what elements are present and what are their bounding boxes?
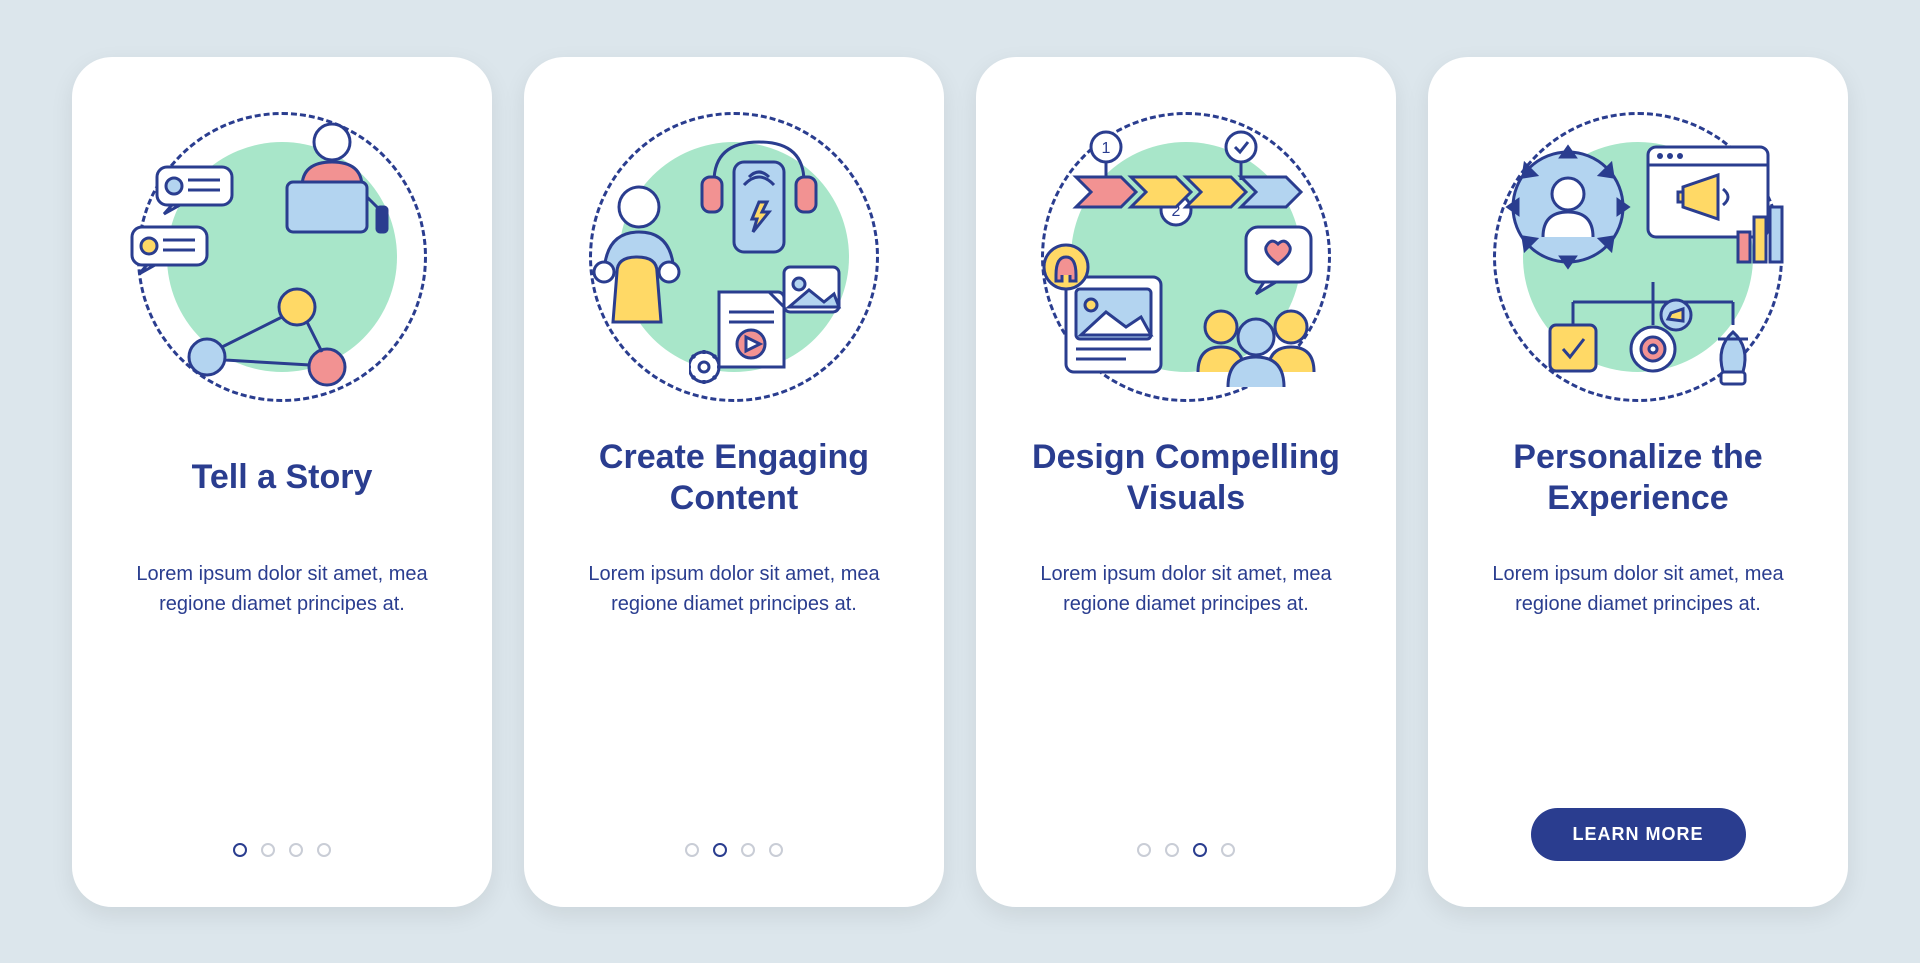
dot[interactable] xyxy=(1165,843,1179,857)
chat-bubble-icon xyxy=(127,222,217,277)
person-bag-icon xyxy=(579,182,699,332)
dot[interactable] xyxy=(1193,843,1207,857)
person-laptop-icon xyxy=(272,117,392,237)
dot[interactable] xyxy=(741,843,755,857)
illustration-tell-story xyxy=(132,107,432,407)
media-files-icon xyxy=(689,262,849,392)
dot[interactable] xyxy=(289,843,303,857)
dot[interactable] xyxy=(713,843,727,857)
card-body: Lorem ipsum dolor sit amet, mea regione … xyxy=(1468,559,1808,808)
strategy-flow-icon xyxy=(1538,277,1768,397)
pagination-dots xyxy=(233,843,331,857)
browser-megaphone-chart-icon xyxy=(1638,137,1788,277)
illustration-engaging-content xyxy=(584,107,884,407)
card-title: Personalize the Experience xyxy=(1468,437,1808,519)
card-body: Lorem ipsum dolor sit amet, mea regione … xyxy=(112,559,452,843)
onboarding-card: Tell a Story Lorem ipsum dolor sit amet,… xyxy=(72,57,492,907)
phone-headphones-icon xyxy=(694,127,824,257)
dot[interactable] xyxy=(1221,843,1235,857)
onboarding-card: Personalize the Experience Lorem ipsum d… xyxy=(1428,57,1848,907)
card-body: Lorem ipsum dolor sit amet, mea regione … xyxy=(564,559,904,843)
pagination-dots xyxy=(1137,843,1235,857)
image-magnet-icon xyxy=(1041,237,1171,387)
card-body: Lorem ipsum dolor sit amet, mea regione … xyxy=(1016,559,1356,843)
svg-text:1: 1 xyxy=(1102,140,1111,157)
learn-more-button[interactable]: LEARN MORE xyxy=(1531,808,1746,861)
person-arrows-icon xyxy=(1503,142,1633,272)
dot[interactable] xyxy=(233,843,247,857)
dot[interactable] xyxy=(1137,843,1151,857)
people-heart-icon xyxy=(1186,222,1336,392)
illustration-compelling-visuals: 1 2 xyxy=(1036,107,1336,407)
card-title: Create Engaging Content xyxy=(564,437,904,519)
onboarding-card: 1 2 xyxy=(976,57,1396,907)
dot[interactable] xyxy=(685,843,699,857)
network-nodes-icon xyxy=(182,282,362,392)
dot[interactable] xyxy=(317,843,331,857)
dot[interactable] xyxy=(769,843,783,857)
dot[interactable] xyxy=(261,843,275,857)
chat-bubble-icon xyxy=(152,162,242,217)
pagination-dots xyxy=(685,843,783,857)
card-title: Tell a Story xyxy=(192,437,373,519)
illustration-personalize xyxy=(1488,107,1788,407)
card-title: Design Compelling Visuals xyxy=(1016,437,1356,519)
onboarding-card: Create Engaging Content Lorem ipsum dolo… xyxy=(524,57,944,907)
